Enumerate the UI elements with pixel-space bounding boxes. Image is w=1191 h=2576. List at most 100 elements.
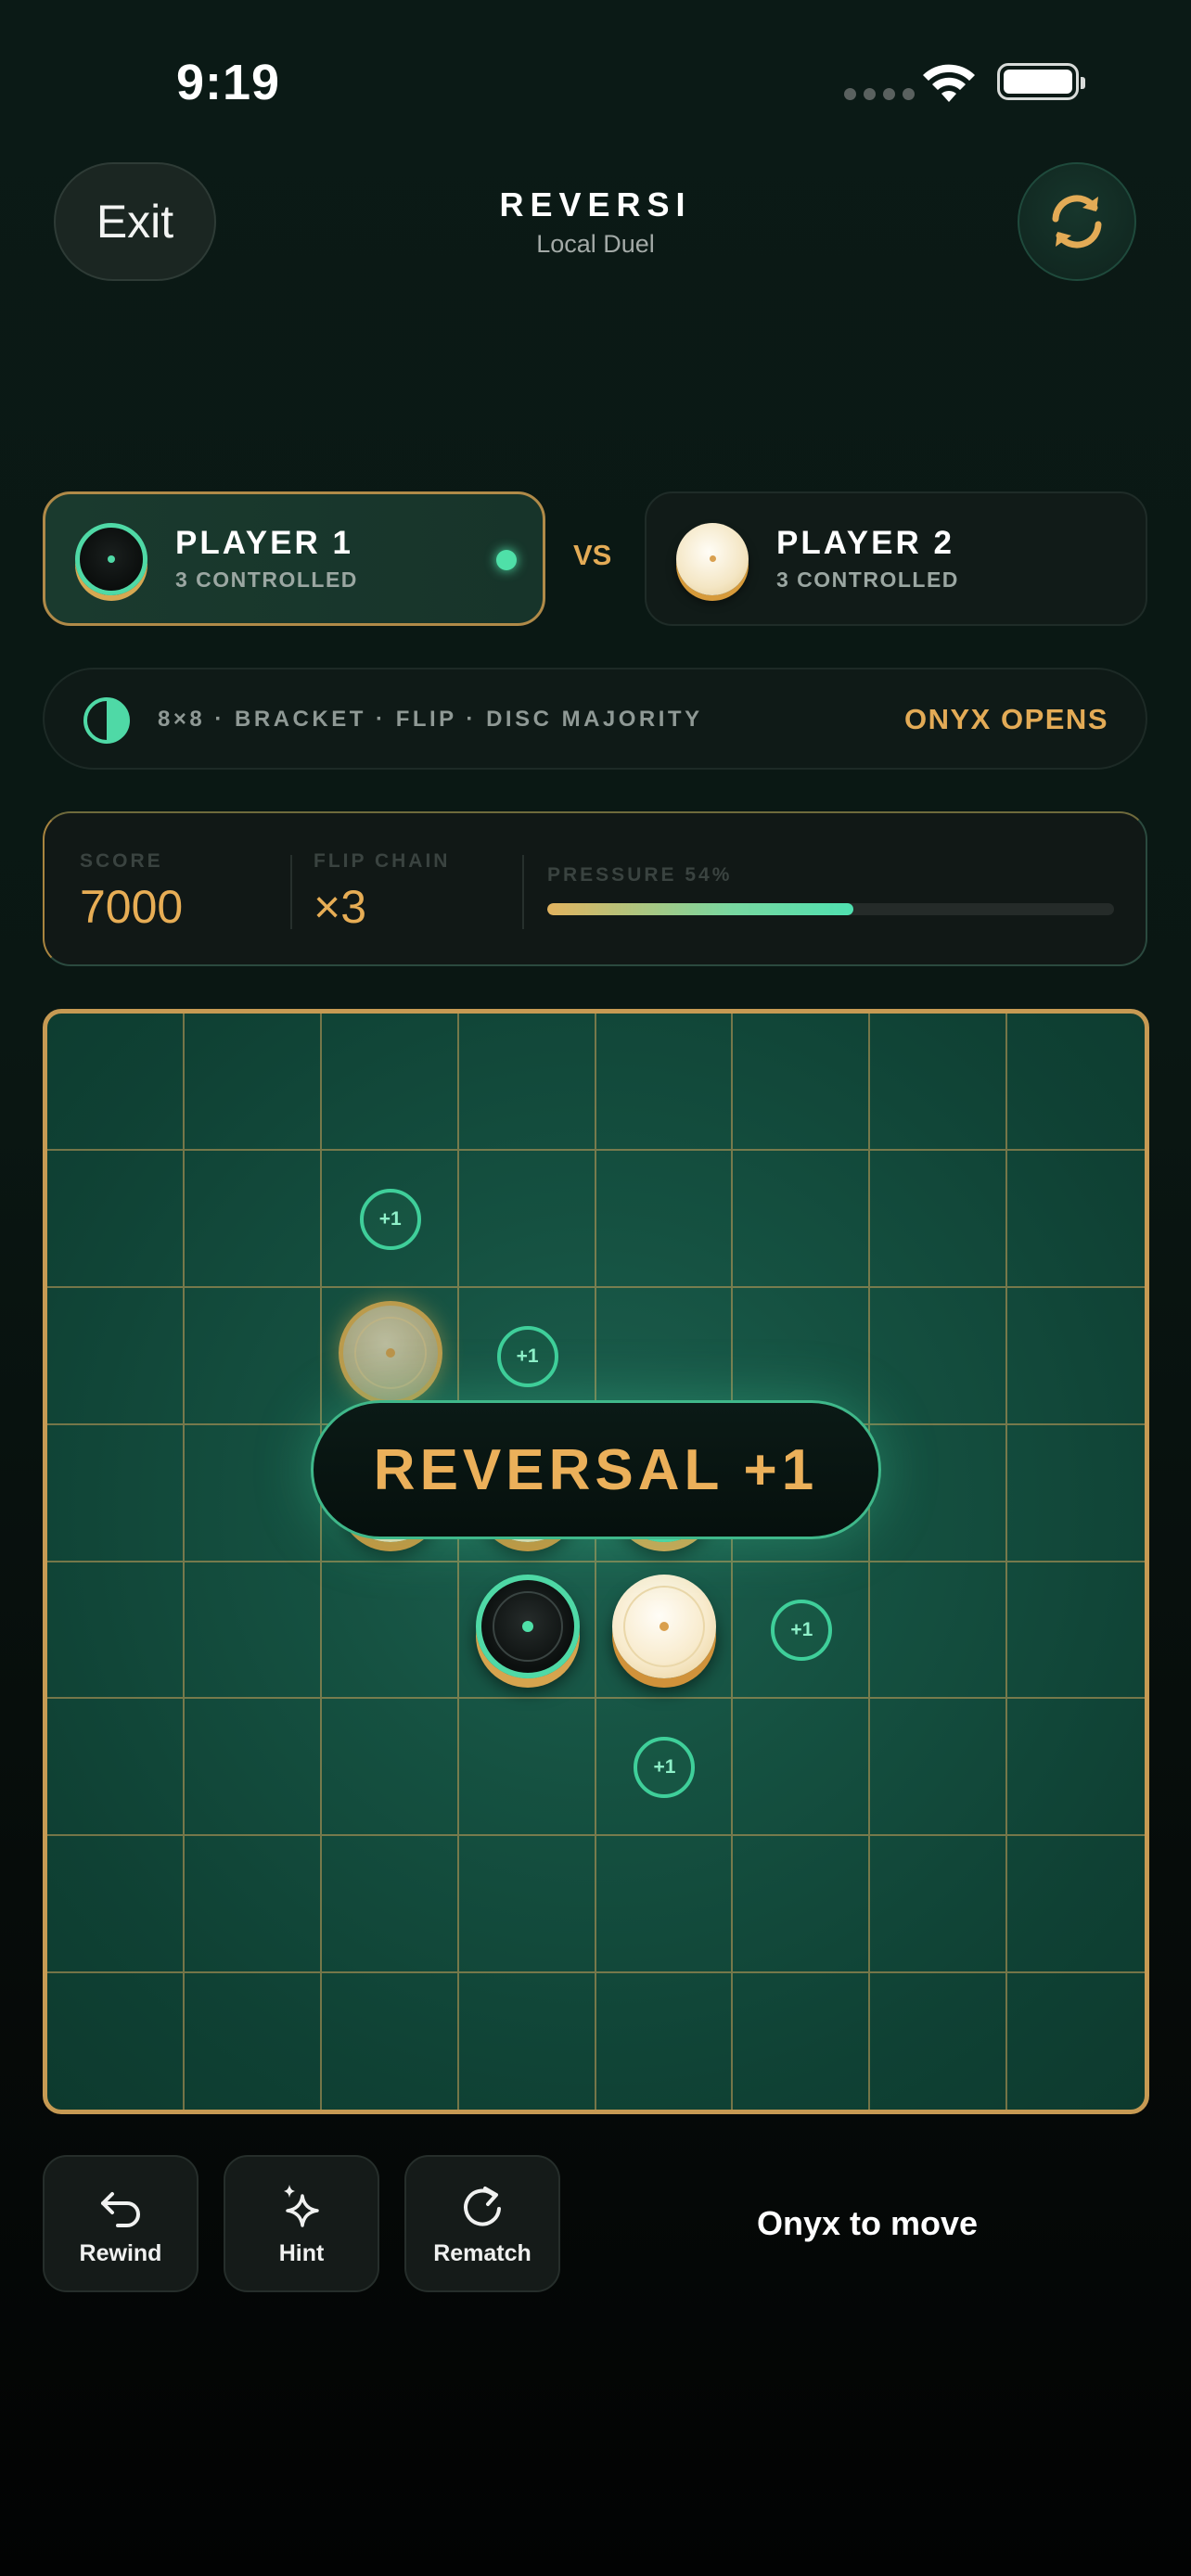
sparkle-icon bbox=[284, 2184, 319, 2227]
player-2-name: PLAYER 2 bbox=[776, 525, 954, 561]
divider bbox=[290, 855, 292, 929]
board-cell[interactable] bbox=[870, 1150, 1008, 1288]
rules-text: 8×8 · BRACKET · FLIP · DISC MAJORITY bbox=[158, 707, 703, 732]
board-cell[interactable] bbox=[596, 1150, 734, 1288]
board-cell[interactable] bbox=[47, 1424, 185, 1562]
board-cell[interactable] bbox=[321, 1014, 459, 1151]
reversal-banner: REVERSAL +1 bbox=[311, 1400, 881, 1539]
rewind-label: Rewind bbox=[79, 2239, 162, 2266]
board-cell[interactable] bbox=[596, 1973, 734, 2110]
divider bbox=[522, 855, 524, 929]
board-cell[interactable] bbox=[321, 1699, 459, 1837]
board-cell[interactable] bbox=[1007, 1699, 1145, 1837]
legal-move-hint[interactable]: +1 bbox=[496, 1325, 558, 1387]
board-cell[interactable] bbox=[870, 1287, 1008, 1425]
board-cell[interactable] bbox=[184, 1287, 322, 1425]
board-cell[interactable] bbox=[870, 1699, 1008, 1837]
board-cell[interactable] bbox=[458, 1150, 596, 1288]
board-cell[interactable] bbox=[458, 1699, 596, 1837]
board-cell[interactable] bbox=[1007, 1288, 1145, 1425]
legal-move-hint[interactable]: +1 bbox=[359, 1188, 421, 1250]
board-cell[interactable] bbox=[184, 1836, 322, 1974]
board-cell[interactable] bbox=[733, 1150, 871, 1288]
board-cell[interactable] bbox=[870, 1014, 1008, 1151]
board-cell[interactable] bbox=[1007, 1425, 1145, 1562]
status-time: 9:19 bbox=[176, 55, 281, 110]
board-cell[interactable] bbox=[733, 1836, 871, 1974]
sync-icon bbox=[1052, 195, 1102, 249]
hint-button[interactable]: Hint bbox=[224, 2155, 379, 2292]
board-cell[interactable] bbox=[321, 1562, 459, 1700]
player-1-card: PLAYER 1 3 CONTROLLED bbox=[43, 491, 545, 626]
wifi-icon bbox=[923, 64, 975, 102]
board-cell[interactable] bbox=[47, 1150, 185, 1288]
board-cell[interactable] bbox=[184, 1562, 322, 1700]
player-1-controlled: 3 CONTROLLED bbox=[175, 567, 358, 592]
hint-label: Hint bbox=[278, 2239, 325, 2266]
pressure-bar-fill bbox=[547, 903, 853, 915]
score-label: SCORE bbox=[80, 850, 163, 872]
board-cell[interactable] bbox=[47, 1973, 185, 2110]
vs-label: VS bbox=[573, 539, 612, 571]
turn-status: Onyx to move bbox=[756, 2204, 979, 2242]
board-cell[interactable] bbox=[185, 1973, 322, 2110]
game-board: +1 +1 +1 +1 bbox=[43, 1009, 1149, 2114]
rewind-button[interactable]: Rewind bbox=[43, 2155, 198, 2292]
board-cell[interactable] bbox=[733, 1699, 871, 1837]
sync-button[interactable] bbox=[1018, 162, 1136, 281]
rematch-label: Rematch bbox=[433, 2239, 531, 2266]
board-cell[interactable] bbox=[1007, 1562, 1145, 1700]
board-cell[interactable] bbox=[596, 1836, 734, 1974]
stats-panel: SCORE 7000 FLIP CHAIN ×3 PRESSURE 54% bbox=[43, 811, 1147, 966]
board-cell[interactable] bbox=[733, 1014, 871, 1151]
board-cell[interactable] bbox=[1007, 1836, 1145, 1974]
opening-player: ONYX OPENS bbox=[904, 703, 1108, 735]
title-block: REVERSI Local Duel bbox=[410, 185, 781, 259]
board-cell[interactable] bbox=[458, 1836, 596, 1974]
flip-chain-value: ×3 bbox=[314, 881, 367, 933]
player-1-disc-icon bbox=[75, 522, 147, 595]
battery-icon bbox=[997, 63, 1085, 100]
player-1-name: PLAYER 1 bbox=[175, 525, 353, 561]
score-value: 7000 bbox=[80, 881, 184, 933]
rematch-button[interactable]: Rematch bbox=[404, 2155, 560, 2292]
board-cell[interactable] bbox=[459, 1973, 596, 2110]
board-cell[interactable] bbox=[47, 1562, 185, 1700]
cellular-signal-icon bbox=[844, 88, 915, 100]
player-2-controlled: 3 CONTROLLED bbox=[776, 567, 959, 592]
board-cell[interactable] bbox=[1007, 1973, 1145, 2110]
active-turn-indicator bbox=[496, 550, 517, 570]
board-cell[interactable] bbox=[322, 1973, 459, 2110]
board-cell[interactable] bbox=[184, 1150, 322, 1288]
last-move-disc bbox=[338, 1300, 442, 1405]
board-cell[interactable] bbox=[47, 1014, 185, 1151]
board-cell[interactable] bbox=[870, 1562, 1008, 1700]
board-cell[interactable] bbox=[47, 1836, 185, 1974]
board-cell[interactable] bbox=[870, 1836, 1008, 1974]
board-cell[interactable] bbox=[321, 1836, 459, 1974]
board-cell[interactable] bbox=[184, 1699, 322, 1837]
half-circle-icon bbox=[83, 697, 130, 744]
board-cell[interactable] bbox=[184, 1014, 322, 1151]
onyx-disc bbox=[475, 1575, 580, 1679]
board-cell[interactable] bbox=[1007, 1014, 1145, 1151]
board-cell[interactable] bbox=[1007, 1151, 1145, 1288]
rules-bar: 8×8 · BRACKET · FLIP · DISC MAJORITY ONY… bbox=[43, 668, 1147, 770]
board-cell[interactable] bbox=[184, 1424, 322, 1562]
board-cell[interactable] bbox=[870, 1973, 1008, 2110]
exit-button[interactable]: Exit bbox=[54, 162, 216, 281]
board-cell[interactable] bbox=[47, 1287, 185, 1425]
pressure-label: PRESSURE 54% bbox=[547, 864, 733, 886]
board-cell[interactable] bbox=[870, 1424, 1008, 1562]
flip-chain-label: FLIP CHAIN bbox=[314, 850, 451, 872]
board-cell[interactable] bbox=[47, 1699, 185, 1837]
game-subtitle: Local Duel bbox=[536, 230, 655, 258]
rematch-icon bbox=[464, 2186, 501, 2225]
rewind-icon bbox=[101, 2191, 140, 2227]
board-cell[interactable] bbox=[458, 1014, 596, 1151]
board-cell[interactable] bbox=[733, 1973, 871, 2110]
game-title: REVERSI bbox=[499, 185, 692, 223]
board-cell[interactable] bbox=[596, 1014, 734, 1151]
player-2-disc-icon bbox=[676, 522, 749, 595]
player-2-card: PLAYER 2 3 CONTROLLED bbox=[645, 491, 1147, 626]
